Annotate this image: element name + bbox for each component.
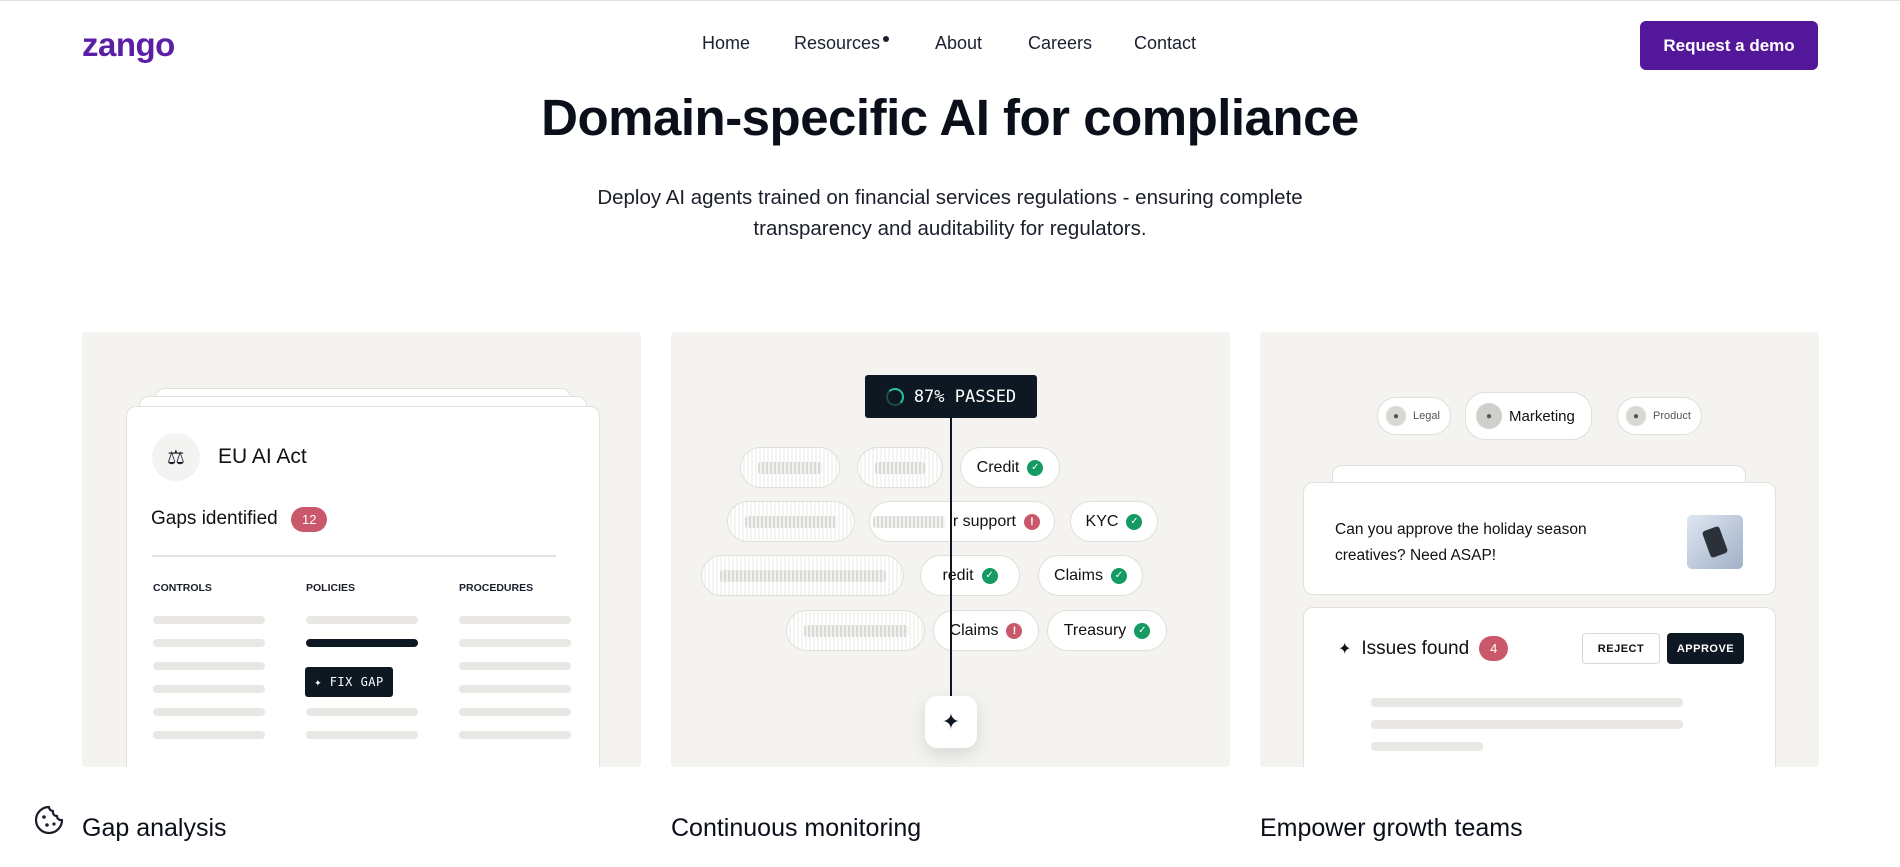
nav-careers[interactable]: Careers [1028,33,1092,54]
caption-continuous-monitoring: Continuous monitoring [671,814,922,842]
avatar: ● [1386,406,1406,426]
placeholder-line [459,685,571,693]
placeholder-line [1371,698,1683,707]
placeholder-line [153,616,265,624]
issues-row: ✦ Issues found 4 [1338,636,1509,661]
message-card: Can you approve the holiday season creat… [1303,482,1776,595]
blurred-pill [727,501,855,542]
check-icon: ✓ [1134,622,1151,639]
blurred-pill [701,555,904,596]
blurred-pill [786,610,925,651]
placeholder-line [153,731,265,739]
gap-analysis-panel: ⚖ EU AI Act Gaps identified 12 CONTROLS … [82,332,641,767]
placeholder-line [306,616,418,624]
warning-icon: ! [1024,513,1040,530]
issues-label: Issues found [1361,637,1470,659]
sparkle-icon: ✦ [941,709,961,734]
new-dot-icon [883,36,890,42]
warning-icon: ! [1006,622,1023,639]
placeholder-line [306,731,418,739]
caption-gap-analysis: Gap analysis [82,814,227,842]
col-controls: CONTROLS [153,582,212,594]
gaps-count-badge: 12 [291,507,328,532]
sparkle-icon: ✦ [314,675,330,689]
fix-gap-label: FIX GAP [329,675,384,689]
placeholder-line [459,708,571,716]
caption-growth-teams: Empower growth teams [1260,814,1523,842]
cookie-icon[interactable] [33,804,65,836]
sparkle-icon: ✦ [1338,640,1352,658]
growth-teams-panel: ● Legal ● Marketing ● Product Can you appro… [1260,332,1819,767]
col-procedures: PROCEDURES [459,582,534,594]
top-border [0,0,1900,1]
placeholder-line [153,685,265,693]
ai-sparkle-button[interactable]: ✦ [925,696,977,748]
placeholder-line [153,708,265,716]
blurred-pill [740,447,840,488]
placeholder-line [459,662,571,670]
reject-button[interactable]: REJECT [1582,633,1660,664]
team-pill-product[interactable]: ● Product [1617,397,1702,435]
check-pill-credit-2: redit ✓ [920,555,1020,596]
divider [152,555,556,557]
placeholder-line [153,662,265,670]
scale-icon: ⚖ [152,433,200,481]
placeholder-line [459,616,571,624]
col-policies: POLICIES [306,582,356,594]
fix-gap-button[interactable]: ✦ FIX GAP [305,667,393,697]
placeholder-line [459,639,571,647]
nav-resources[interactable]: Resources [794,33,890,54]
nav-home[interactable]: Home [702,33,750,54]
issues-count-badge: 4 [1479,636,1509,661]
team-pill-legal[interactable]: ● Legal [1377,397,1451,435]
check-pill-support: r support! [869,501,1055,542]
main-nav: Home Resources About Careers Contact [0,33,1900,57]
avatar: ● [1476,403,1502,429]
placeholder-line [306,708,418,716]
check-pill-credit: Credit ✓ [960,447,1060,488]
check-pill-kyc: KYC ✓ [1070,501,1158,542]
hero-title: Domain-specific AI for compliance [541,89,1359,146]
request-demo-button[interactable]: Request a demo [1640,21,1818,70]
card-title: EU AI Act [218,445,307,468]
message-text: Can you approve the holiday season creat… [1335,521,1587,564]
nav-about[interactable]: About [935,33,982,54]
hero-subtitle: Deploy AI agents trained on financial se… [597,186,1303,240]
gaps-label: Gaps identified [151,508,278,529]
continuous-monitoring-panel: Credit ✓ r support! KYC ✓ redit ✓ Claims ✓ C… [671,332,1230,767]
nav-contact[interactable]: Contact [1134,33,1196,54]
check-icon: ✓ [981,567,998,584]
check-icon: ✓ [1110,567,1127,584]
placeholder-line [1371,742,1483,751]
nav-resources-label: Resources [794,33,881,53]
approve-button[interactable]: APPROVE [1667,633,1744,664]
placeholder-line [153,639,265,647]
check-pill-claims-2: Claims! [933,610,1039,651]
issues-card: ✦ Issues found 4 REJECT APPROVE [1303,607,1776,767]
highlighted-gap-line [306,639,418,647]
check-icon: ✓ [1027,459,1044,476]
check-pill-claims: Claims ✓ [1038,555,1143,596]
eu-ai-act-card: ⚖ EU AI Act Gaps identified 12 CONTROLS … [126,406,600,767]
creative-thumbnail[interactable] [1687,515,1743,569]
passed-status-text: 87% PASSED [913,386,1017,407]
placeholder-line [1371,720,1683,729]
placeholder-line [459,731,571,739]
progress-spinner-icon [885,387,904,406]
check-icon: ✓ [1126,513,1143,530]
blurred-pill [857,447,943,488]
avatar: ● [1626,406,1646,426]
scan-line [950,418,952,696]
check-pill-treasury: Treasury ✓ [1047,610,1167,651]
team-pill-marketing[interactable]: ● Marketing [1465,392,1592,440]
passed-status-badge: 87% PASSED [865,375,1037,418]
